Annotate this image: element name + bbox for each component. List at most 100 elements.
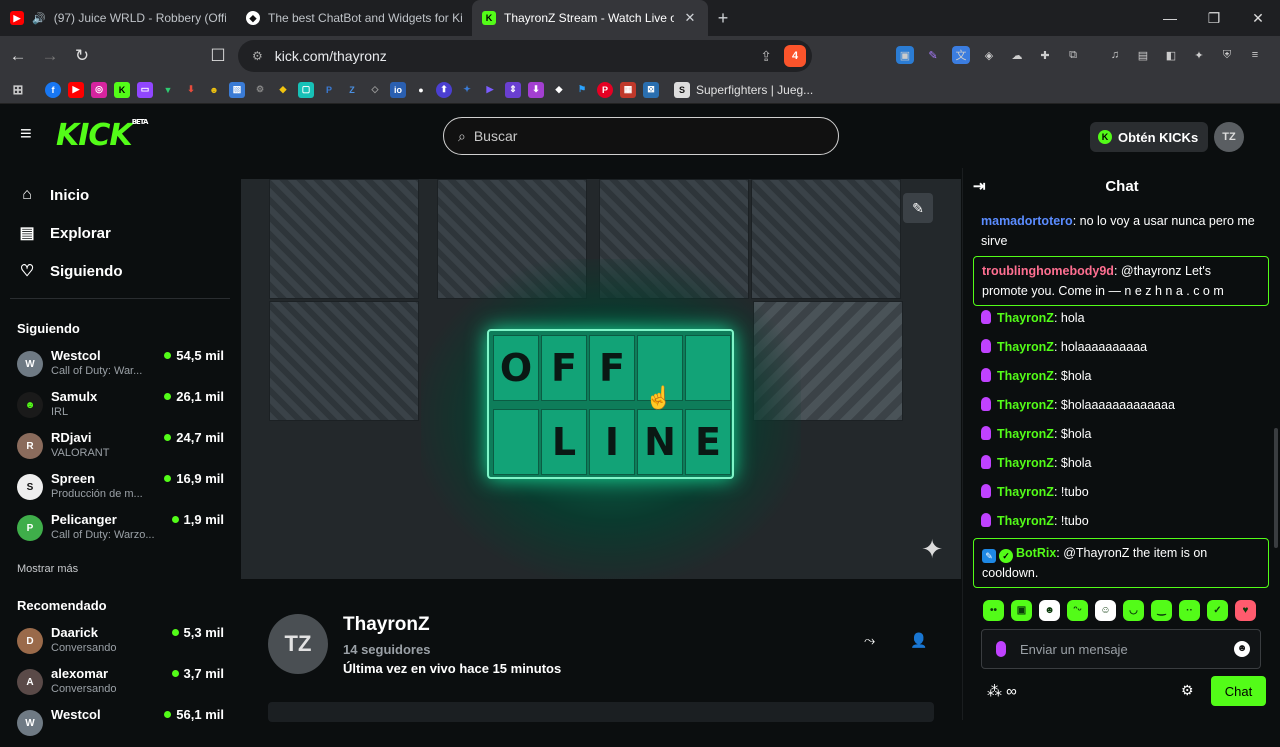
add-user-icon[interactable]: 👤: [910, 632, 927, 649]
restore-icon[interactable]: ❐: [1192, 0, 1236, 36]
music-icon[interactable]: ♫: [1106, 46, 1124, 64]
browser-tab-active[interactable]: K ThayronZ Stream - Watch Live on ✕: [472, 0, 708, 36]
reload-icon[interactable]: ↻: [68, 42, 96, 70]
youtube-icon[interactable]: ▶: [68, 81, 84, 98]
send-chat-button[interactable]: Chat: [1211, 676, 1266, 706]
chat-settings-gear-icon[interactable]: ⚙: [1181, 682, 1194, 699]
channel-item[interactable]: W Westcol Call of Duty: War... 54,5 mil: [17, 348, 227, 388]
chat-username[interactable]: ThayronZ: [997, 485, 1054, 499]
chat-username[interactable]: ThayronZ: [997, 514, 1054, 528]
channel-item[interactable]: ☻ Samulx IRL 26,1 mil: [17, 389, 227, 429]
bookmark-icon[interactable]: ▦: [620, 81, 636, 98]
channel-item[interactable]: D Daarick Conversando 5,3 mil: [17, 625, 227, 665]
menu-icon[interactable]: ≡: [1246, 46, 1264, 64]
bookmark-icon[interactable]: ◆: [275, 82, 291, 98]
emote-icon[interactable]: ☺: [1095, 600, 1116, 621]
kick-icon[interactable]: K: [114, 81, 130, 98]
emote-icon[interactable]: ᵔᵕ: [1067, 600, 1088, 621]
user-avatar[interactable]: TZ: [1214, 122, 1244, 152]
bookmark-icon[interactable]: ✦: [459, 82, 475, 98]
search-input[interactable]: ⌕ Buscar: [443, 117, 839, 155]
vpn-icon[interactable]: ⛨: [1218, 46, 1236, 64]
brave-shields-icon[interactable]: 4: [784, 45, 806, 67]
bookmark-icon[interactable]: ▶: [482, 82, 498, 98]
instagram-icon[interactable]: ◎: [91, 81, 107, 98]
browser-tab[interactable]: ▶ 🔊 (97) Juice WRLD - Robbery (Offici: [0, 0, 236, 36]
video-player[interactable]: O F F L I N E ✎ ✦ ☝: [241, 179, 961, 579]
translate-icon[interactable]: 文: [952, 46, 970, 64]
chat-username[interactable]: ThayronZ: [997, 369, 1054, 383]
bookmark-icon[interactable]: Z: [344, 82, 360, 98]
emote-icon[interactable]: ♥: [1235, 600, 1256, 621]
bookmark-icon[interactable]: ⇕: [505, 81, 521, 98]
apps-icon[interactable]: ⊞: [10, 82, 26, 98]
bookmark-superfighters[interactable]: S Superfighters | Jueg...: [674, 81, 813, 98]
emoji-picker-icon[interactable]: ☻: [1234, 641, 1250, 657]
bookmark-icon[interactable]: ◇: [367, 82, 383, 98]
new-tab-button[interactable]: +: [708, 8, 738, 29]
emote-icon[interactable]: ▣: [1011, 600, 1032, 621]
chat-username[interactable]: ThayronZ: [997, 398, 1054, 412]
bookmark-icon[interactable]: ⊠: [643, 81, 659, 98]
screenshot-icon[interactable]: ⧉: [1064, 46, 1082, 64]
pinterest-icon[interactable]: P: [597, 81, 613, 98]
share-icon[interactable]: ⇪: [760, 48, 772, 65]
chat-username[interactable]: ThayronZ: [997, 456, 1054, 470]
emote-icon[interactable]: ☻: [1039, 600, 1060, 621]
bookmark-icon[interactable]: ☐: [204, 42, 232, 70]
close-window-icon[interactable]: ✕: [1236, 0, 1280, 36]
forward-icon[interactable]: →: [36, 42, 64, 70]
sidebar-icon[interactable]: ▤: [1134, 46, 1152, 64]
channel-avatar[interactable]: TZ: [268, 614, 328, 674]
bookmark-icon[interactable]: ⬇: [183, 82, 199, 98]
bookmark-icon[interactable]: ◆: [551, 82, 567, 98]
site-settings-icon[interactable]: ⚙: [252, 49, 263, 63]
channel-item[interactable]: R RDjavi VALORANT 24,7 mil: [17, 430, 227, 470]
show-more-link[interactable]: Mostrar más: [17, 563, 78, 575]
ai-icon[interactable]: ✦: [1190, 46, 1208, 64]
emote-icon[interactable]: ••: [983, 600, 1004, 621]
channel-item[interactable]: W Westcol 56,1 mil: [17, 707, 227, 747]
get-kicks-button[interactable]: K Obtén KICKs: [1090, 122, 1209, 152]
close-tab-icon[interactable]: ✕: [682, 10, 698, 26]
emote-icon[interactable]: ··: [1179, 600, 1200, 621]
sidebar-item-following[interactable]: ♡ Siguiendo: [18, 261, 123, 281]
edit-pencil-icon[interactable]: ✎: [903, 193, 933, 223]
twitch-icon[interactable]: ▭: [137, 81, 153, 98]
puzzle-icon[interactable]: ✚: [1036, 46, 1054, 64]
bookmark-icon[interactable]: ⚑: [574, 82, 590, 98]
bookmark-icon[interactable]: ⬇: [528, 81, 544, 98]
emote-icon[interactable]: ✓: [1207, 600, 1228, 621]
bookmark-icon[interactable]: P: [321, 82, 337, 98]
hamburger-menu-icon[interactable]: ≡: [20, 124, 40, 144]
extension-icon[interactable]: ▣: [896, 46, 914, 64]
address-bar[interactable]: ⚙ kick.com/thayronz ⇪ 4: [238, 40, 812, 72]
chat-username[interactable]: ThayronZ: [997, 427, 1054, 441]
collapse-chat-icon[interactable]: ⇥: [973, 177, 986, 195]
shield-icon[interactable]: ◈: [980, 46, 998, 64]
kick-logo[interactable]: KICKBETA: [56, 118, 148, 153]
channel-name[interactable]: ThayronZ: [343, 614, 430, 636]
emote-icon[interactable]: ‿: [1151, 600, 1172, 621]
back-icon[interactable]: ←: [4, 42, 32, 70]
extension-icon[interactable]: ✎: [924, 46, 942, 64]
bookmark-icon[interactable]: ⬆: [436, 81, 452, 98]
sidebar-item-explore[interactable]: ▤ Explorar: [18, 223, 110, 243]
minimize-icon[interactable]: —: [1148, 0, 1192, 36]
chat-username[interactable]: BotRix: [1016, 546, 1056, 560]
bookmark-icon[interactable]: io: [390, 81, 406, 98]
chat-message-input[interactable]: Enviar un mensaje ☻: [981, 629, 1261, 669]
channel-item[interactable]: A alexomar Conversando 3,7 mil: [17, 666, 227, 706]
bookmark-icon[interactable]: ▧: [229, 81, 245, 98]
speaker-icon[interactable]: 🔊: [32, 12, 46, 25]
chat-username[interactable]: ThayronZ: [997, 340, 1054, 354]
facebook-icon[interactable]: f: [45, 81, 61, 98]
emote-icon[interactable]: ◡: [1123, 600, 1144, 621]
chat-scrollbar[interactable]: [1274, 428, 1278, 548]
bookmark-icon[interactable]: ⚙: [252, 82, 268, 98]
kicks-points-icon[interactable]: ⁂ ∞: [987, 682, 1017, 700]
wallet-icon[interactable]: ◧: [1162, 46, 1180, 64]
sidebar-item-home[interactable]: ⌂ Inicio: [18, 186, 89, 204]
bookmark-icon[interactable]: ▢: [298, 81, 314, 98]
share-icon[interactable]: ⤳: [864, 632, 875, 649]
